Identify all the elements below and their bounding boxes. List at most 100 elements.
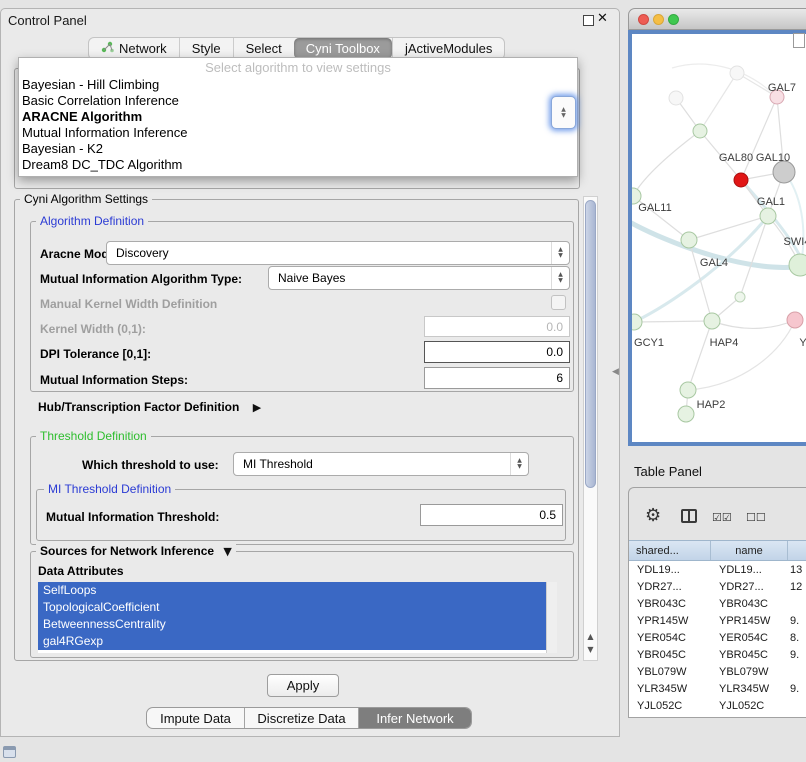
algorithm-option[interactable]: Bayesian - K2 [19, 141, 577, 157]
float-window-icon[interactable] [583, 15, 594, 26]
gear-icon[interactable]: ⚙ [645, 505, 661, 526]
graph-node[interactable] [678, 406, 694, 422]
tab-discretize-data[interactable]: Discretize Data [244, 708, 358, 728]
graph-node[interactable] [704, 313, 720, 329]
table-cell: YLR345W [629, 683, 711, 695]
dropdown-prompt: Select algorithm to view settings [19, 59, 577, 77]
graph-node[interactable] [787, 312, 803, 328]
list-item[interactable]: gal4RGexp [38, 633, 546, 650]
scroll-up-icon[interactable]: ▲ [584, 632, 597, 641]
column-header-shared-name[interactable]: shared... [629, 541, 711, 560]
graph-node[interactable] [669, 91, 683, 105]
tab-impute-data[interactable]: Impute Data [147, 708, 244, 728]
list-item[interactable]: SelfLoops [38, 582, 546, 599]
unselect-all-columns-icon[interactable]: ☐☐ [746, 511, 766, 524]
mi-threshold-field[interactable]: 0.5 [420, 504, 563, 526]
kernel-width-label: Kernel Width (0,1): [40, 322, 146, 336]
table-header: shared... name [629, 540, 806, 561]
window-title: Control Panel [8, 13, 87, 28]
minimize-traffic-light[interactable] [653, 14, 664, 25]
aracne-mode-select[interactable]: Discovery ▲▼ [106, 241, 570, 265]
node-label: HAP4 [710, 337, 739, 349]
list-item[interactable]: TopologicalCoefficient [38, 599, 546, 616]
table-cell: 9. [788, 683, 806, 695]
close-traffic-light[interactable] [638, 14, 649, 25]
kernel-width-field[interactable]: 0.0 [424, 316, 570, 337]
attributes-scrollbar[interactable] [546, 582, 557, 653]
group-title: MI Threshold Definition [44, 482, 175, 496]
column-header-name[interactable]: name [711, 541, 788, 560]
node-label: GAL1 [757, 196, 785, 208]
graph-edge [633, 131, 700, 196]
combo-arrow-down-icon: ▼ [561, 113, 566, 119]
algorithm-combo-button[interactable]: ▲ ▼ [551, 96, 576, 129]
graph-node[interactable] [735, 292, 745, 302]
table-row[interactable]: YPR145WYPR145W9. [629, 612, 806, 629]
algorithm-option[interactable]: Mutual Information Inference [19, 125, 577, 141]
graph-edge [688, 320, 795, 390]
tab-cyni-toolbox[interactable]: Cyni Toolbox [294, 38, 392, 59]
splitter-collapse-icon[interactable]: ◀ [612, 367, 619, 377]
collapsed-panel-icon[interactable] [3, 746, 16, 758]
column-header-extra[interactable] [788, 541, 806, 560]
close-icon[interactable]: ✕ [597, 11, 608, 26]
dpi-tolerance-field[interactable]: 0.0 [424, 341, 570, 363]
network-icon [101, 41, 114, 56]
settings-scrollbar-thumb[interactable] [585, 200, 596, 488]
graph-node[interactable] [693, 124, 707, 138]
graph-node[interactable] [773, 161, 795, 183]
algorithm-option[interactable]: Bayesian - Hill Climbing [19, 77, 577, 93]
table-cell: 9. [788, 649, 806, 661]
graph-node[interactable] [730, 66, 744, 80]
mi-steps-field[interactable]: 6 [424, 367, 570, 389]
table-row[interactable]: YBR043CYBR043C [629, 595, 806, 612]
graph-node[interactable] [789, 254, 806, 276]
table-cell: YBL079W [629, 666, 711, 678]
tab-label: Impute Data [160, 711, 231, 726]
table-row[interactable]: YBR045CYBR045C9. [629, 646, 806, 663]
data-attributes-label: Data Attributes [38, 564, 124, 578]
table-body: YDL19...YDL19...13YDR27...YDR27...12YBR0… [629, 561, 806, 717]
table-cell: YBR043C [629, 598, 711, 610]
tab-network[interactable]: Network [89, 38, 179, 59]
mi-type-select[interactable]: Naive Bayes ▲▼ [268, 266, 570, 290]
tab-label: Infer Network [376, 711, 453, 726]
manual-kernel-checkbox[interactable] [551, 295, 566, 310]
tab-infer-network[interactable]: Infer Network [358, 708, 471, 728]
hub-section-toggle[interactable]: Hub/Transcription Factor Definition ▶ [38, 400, 261, 415]
network-graph[interactable]: GAL7GAL80GAL10GAL11GAL1SWI4GAL4GCY1HAP4Y… [632, 34, 806, 442]
tab-select[interactable]: Select [233, 38, 294, 59]
list-item[interactable]: BetweennessCentrality [38, 616, 546, 633]
table-row[interactable]: YBL079WYBL079W [629, 663, 806, 680]
sources-section-toggle[interactable]: Sources for Network Inference ▼ [36, 544, 236, 558]
graph-node[interactable] [760, 208, 776, 224]
graph-edge [634, 321, 712, 322]
dpi-tolerance-label: DPI Tolerance [0,1]: [40, 347, 151, 361]
algorithm-option[interactable]: Basic Correlation Inference [19, 93, 577, 109]
graph-node[interactable] [681, 232, 697, 248]
tab-jactivemodules[interactable]: jActiveModules [392, 38, 504, 59]
table-row[interactable]: YDR27...YDR27...12 [629, 578, 806, 595]
table-row[interactable]: YDL19...YDL19...13 [629, 561, 806, 578]
tab-style[interactable]: Style [179, 38, 233, 59]
graph-node[interactable] [680, 382, 696, 398]
zoom-traffic-light[interactable] [668, 14, 679, 25]
table-cell: YJL052C [711, 700, 788, 712]
table-row[interactable]: YER054CYER054C8. [629, 629, 806, 646]
graph-edge [688, 321, 712, 390]
mi-type-label: Mutual Information Algorithm Type: [40, 272, 242, 286]
columns-icon[interactable] [681, 509, 697, 523]
apply-button[interactable]: Apply [267, 674, 339, 697]
collapse-right-icon[interactable]: ▶ [253, 401, 261, 414]
algorithm-option[interactable]: Dream8 DC_TDC Algorithm [19, 157, 577, 173]
graph-node[interactable] [632, 314, 642, 330]
table-row[interactable]: YJL052CYJL052C [629, 697, 806, 714]
collapse-down-icon[interactable]: ▼ [223, 545, 231, 558]
select-all-columns-icon[interactable]: ☑☑ [712, 511, 732, 524]
scroll-down-icon[interactable]: ▼ [584, 645, 597, 654]
table-row[interactable]: YLR345WYLR345W9. [629, 680, 806, 697]
which-threshold-select[interactable]: MI Threshold ▲▼ [233, 452, 529, 476]
graph-node[interactable] [734, 173, 748, 187]
mi-steps-label: Mutual Information Steps: [40, 373, 188, 387]
algorithm-option-selected[interactable]: ARACNE Algorithm [19, 109, 577, 125]
